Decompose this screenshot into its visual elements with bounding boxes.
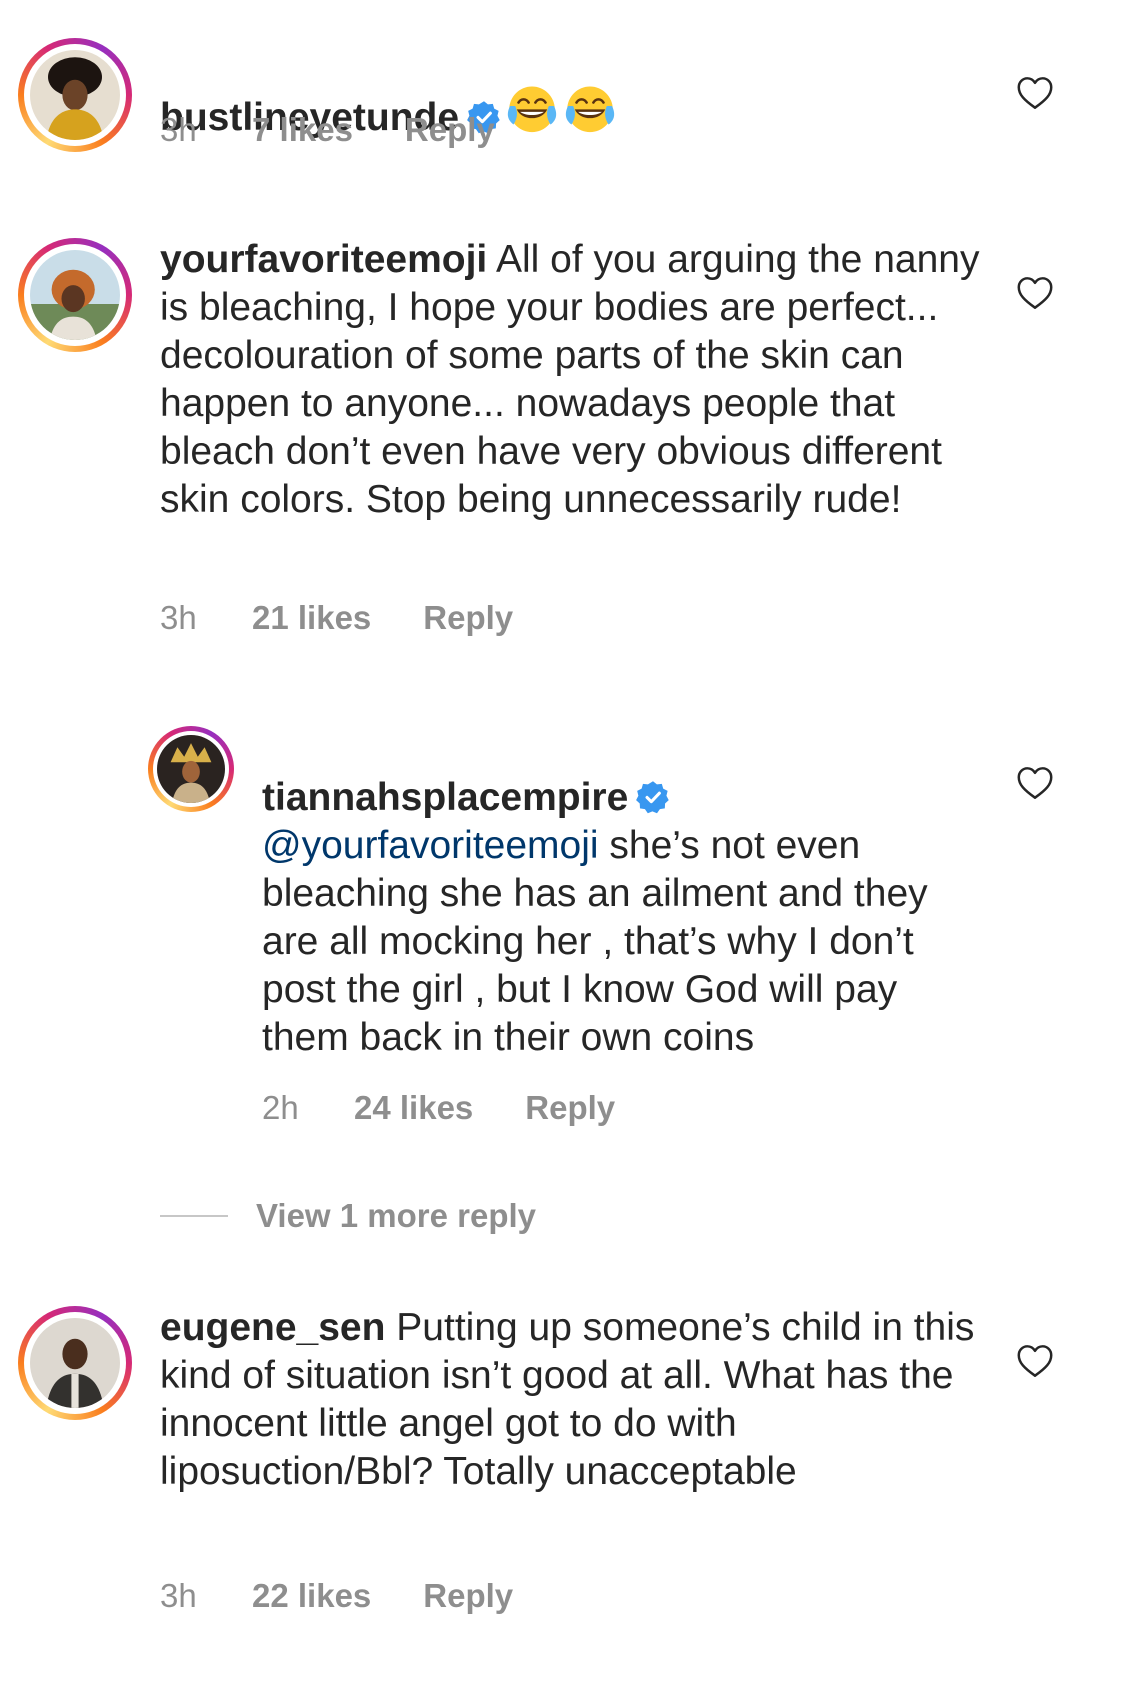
comment-username[interactable]: eugene_sen — [160, 1306, 385, 1349]
divider — [160, 1215, 228, 1217]
comment-likes[interactable]: 22 likes — [252, 1576, 371, 1616]
face-with-tears-of-joy-emoji — [563, 84, 617, 138]
like-heart-icon[interactable] — [1016, 766, 1054, 800]
comment-likes[interactable]: 21 likes — [252, 598, 371, 638]
face-with-tears-of-joy-emoji — [505, 84, 559, 138]
view-more-replies-button[interactable]: View 1 more reply — [160, 1197, 536, 1235]
avatar-photo — [30, 1318, 120, 1408]
avatar[interactable] — [18, 38, 132, 152]
reply-button[interactable]: Reply — [423, 598, 513, 638]
avatar-photo — [30, 250, 120, 340]
comment-likes[interactable]: 24 likes — [354, 1088, 473, 1128]
avatar[interactable] — [18, 1306, 132, 1420]
like-heart-icon[interactable] — [1016, 276, 1054, 310]
comment-time: 3h — [160, 1577, 197, 1614]
verified-badge-icon — [636, 780, 670, 814]
avatar[interactable] — [18, 238, 132, 352]
reply-button[interactable]: Reply — [525, 1088, 615, 1128]
comment-username[interactable]: yourfavoriteemoji — [160, 238, 487, 281]
avatar-photo — [157, 735, 225, 803]
comment-time: 3h — [160, 599, 197, 636]
view-more-replies-label: View 1 more reply — [256, 1197, 537, 1234]
reply-button[interactable]: Reply — [423, 1576, 513, 1616]
comment-username[interactable]: tiannahsplacempire — [262, 776, 628, 819]
avatar-photo — [30, 50, 120, 140]
like-heart-icon[interactable] — [1016, 76, 1054, 110]
like-heart-icon[interactable] — [1016, 1344, 1054, 1378]
comment-time: 3h — [160, 111, 197, 148]
comment-likes[interactable]: 7 likes — [252, 110, 353, 150]
avatar[interactable] — [148, 726, 234, 812]
reply-button[interactable]: Reply — [405, 110, 495, 150]
comment-time: 2h — [262, 1089, 299, 1126]
mention-link[interactable]: @yourfavoriteemoji — [262, 824, 599, 867]
